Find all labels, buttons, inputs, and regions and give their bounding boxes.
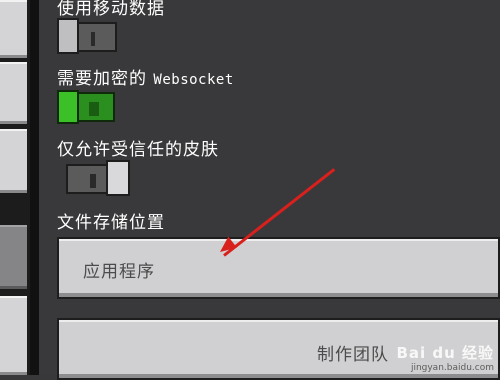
watermark-sub: jingyan.baidu.com: [410, 363, 494, 373]
sidebar-button-selected[interactable]: [0, 225, 27, 289]
file-storage-dropdown[interactable]: 应用程序: [57, 237, 500, 299]
use-mobile-data-label: 使用移动数据: [57, 0, 165, 19]
team-button-label: 制作团队: [317, 345, 389, 365]
sidebar-button-3[interactable]: [0, 129, 27, 193]
sidebar-button-5[interactable]: [0, 296, 27, 375]
encrypted-websocket-label: 需要加密的 Websocket: [57, 64, 234, 89]
encrypted-websocket-label-prefix: 需要加密的: [57, 69, 154, 89]
trusted-skins-label: 仅允许受信任的皮肤: [57, 140, 219, 160]
baidu-watermark: Bai du 经验 jingyan.baidu.com: [396, 342, 494, 373]
sidebar-button-1[interactable]: [0, 0, 27, 58]
encrypted-websocket-label-mono: Websocket: [153, 72, 234, 88]
sidebar: [0, 0, 30, 375]
watermark-main: Bai du 经验: [396, 344, 494, 362]
sidebar-button-2[interactable]: [0, 62, 27, 124]
sidebar-divider: [30, 0, 39, 375]
file-storage-value: 应用程序: [83, 262, 155, 282]
file-storage-label: 文件存储位置: [57, 213, 165, 233]
